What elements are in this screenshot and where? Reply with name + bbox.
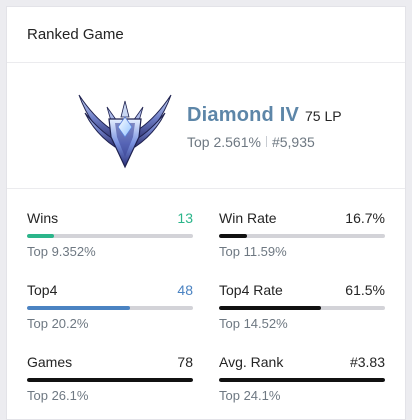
progress-fill — [27, 234, 54, 238]
stat-value: 48 — [177, 282, 193, 298]
stat-label: Avg. Rank — [219, 354, 284, 370]
card-header: Ranked Game — [7, 7, 405, 63]
stat-avg-rank: Avg. Rank #3.83 Top 24.1% — [219, 353, 385, 403]
tier-info: Diamond IV 75 LP Top 2.561% #5,935 — [187, 104, 342, 150]
progress-fill — [219, 378, 385, 382]
progress-fill — [219, 306, 322, 310]
stat-percentile: Top 11.59% — [219, 244, 287, 259]
stat-top4: Top4 48 Top 20.2% — [27, 281, 193, 331]
rank-line: Top 2.561% #5,935 — [187, 134, 342, 150]
stat-percentile: Top 9.352% — [27, 244, 96, 259]
stat-percentile: Top 20.2% — [27, 316, 89, 331]
stat-value: 16.7% — [345, 210, 385, 226]
stat-percentile: Top 14.52% — [219, 316, 288, 331]
progress-bar — [27, 378, 193, 382]
stat-label: Games — [27, 354, 73, 370]
stat-value: #3.83 — [349, 354, 385, 370]
top-percent: Top 2.561% — [187, 133, 261, 150]
diamond-emblem-icon — [78, 94, 172, 168]
league-points: 75 LP — [305, 107, 342, 124]
progress-bar — [27, 234, 193, 238]
progress-bar — [219, 306, 385, 310]
stat-wins: Wins 13 Top 9.352% — [27, 209, 193, 259]
stat-label: Wins — [27, 210, 59, 226]
tier-line: Diamond IV 75 LP — [187, 104, 342, 127]
progress-fill — [27, 306, 130, 310]
stat-games: Games 78 Top 26.1% — [27, 353, 193, 403]
stat-win-rate: Win Rate 16.7% Top 11.59% — [219, 209, 385, 259]
progress-bar — [219, 378, 385, 382]
stat-percentile: Top 24.1% — [219, 388, 281, 403]
progress-fill — [27, 378, 193, 382]
stat-value: 13 — [177, 210, 193, 226]
card-title: Ranked Game — [27, 26, 124, 43]
stat-value: 61.5% — [345, 282, 385, 298]
stat-percentile: Top 26.1% — [27, 388, 89, 403]
ranked-game-card: Ranked Game Diamond IV 75 LP Top 2.561% … — [6, 6, 406, 420]
ladder-rank: #5,935 — [271, 133, 315, 150]
stat-label: Win Rate — [219, 210, 277, 226]
progress-bar — [219, 234, 385, 238]
stat-label: Top4 — [27, 282, 58, 298]
progress-fill — [219, 234, 247, 238]
stat-value: 78 — [177, 354, 193, 370]
stat-label: Top4 Rate — [219, 282, 283, 298]
tier-section: Diamond IV 75 LP Top 2.561% #5,935 — [7, 63, 405, 189]
stat-top4-rate: Top4 Rate 61.5% Top 14.52% — [219, 281, 385, 331]
separator — [265, 136, 267, 147]
tier-name: Diamond IV — [187, 103, 300, 126]
progress-bar — [27, 306, 193, 310]
